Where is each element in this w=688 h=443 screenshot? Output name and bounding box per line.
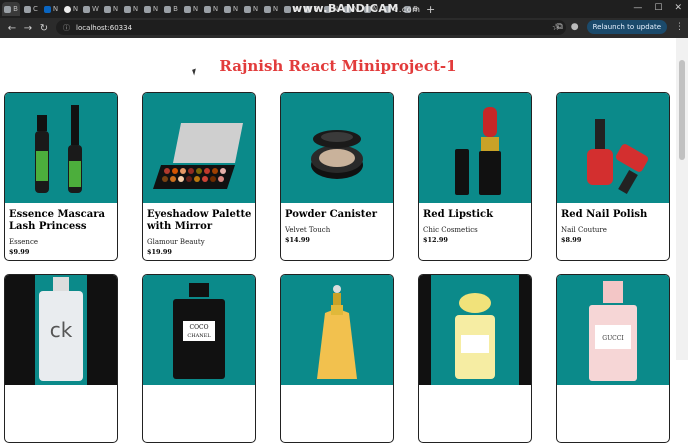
- bandicam-watermark: www.BANDICAM.com: [292, 2, 421, 15]
- product-brand: Essence: [9, 238, 39, 246]
- tab-favicon-icon: [123, 5, 131, 13]
- product-label: ck: [50, 318, 73, 342]
- scrollbar-thumb[interactable]: [679, 60, 685, 160]
- site-info-icon[interactable]: ⓘ: [63, 23, 70, 33]
- browser-tab[interactable]: C: [22, 2, 40, 16]
- lipstick-icon: [419, 93, 531, 203]
- product-name: Essence Mascara Lash Princess: [9, 209, 105, 232]
- url-text: localhost:60334: [76, 23, 133, 32]
- browser-tab[interactable]: N: [62, 2, 80, 16]
- product-card[interactable]: COCO CHANEL: [142, 274, 256, 443]
- ck-perfume-icon: ck: [5, 275, 117, 385]
- product-price: $12.99: [423, 236, 448, 244]
- tab-favicon-icon: [263, 5, 271, 13]
- product-label: CHANEL: [187, 333, 211, 339]
- more-menu-icon[interactable]: ⋮: [675, 22, 684, 32]
- new-tab-plus-icon[interactable]: +: [426, 3, 435, 16]
- product-price: $9.99: [9, 248, 30, 256]
- product-name: Red Lipstick: [423, 209, 494, 220]
- tab-favicon-icon: [243, 5, 251, 13]
- product-name: Red Nail Polish: [561, 209, 648, 220]
- profile-avatar-icon[interactable]: ●: [571, 22, 579, 32]
- tab-favicon-icon: [143, 5, 151, 13]
- product-card[interactable]: Red Nail Polish Nail Couture $8.99: [556, 92, 670, 261]
- page-content: Rajnish React Miniproject-1 Essence Masc…: [0, 38, 676, 443]
- product-price: $19.99: [147, 248, 172, 256]
- browser-tab[interactable]: N: [122, 2, 140, 16]
- product-label: GUCCI: [602, 335, 624, 342]
- page-scrollbar[interactable]: [676, 38, 688, 360]
- nail-polish-icon: [557, 93, 669, 203]
- product-brand: Velvet Touch: [285, 226, 331, 234]
- tab-favicon-icon: [24, 5, 32, 13]
- eyeshadow-palette-icon: [143, 93, 255, 203]
- maximize-icon[interactable]: ☐: [654, 3, 662, 13]
- mascara-icon: [5, 93, 117, 203]
- product-card[interactable]: Red Lipstick Chic Cosmetics $12.99: [418, 92, 532, 261]
- browser-tab[interactable]: N: [102, 2, 120, 16]
- tab-favicon-icon: [103, 5, 111, 13]
- product-price: $14.99: [285, 236, 310, 244]
- browser-tab[interactable]: B: [162, 2, 180, 16]
- browser-tab[interactable]: N: [142, 2, 160, 16]
- product-brand: Nail Couture: [561, 226, 607, 234]
- product-brand: Chic Cosmetics: [423, 226, 478, 234]
- window-controls: — ☐ ✕: [633, 3, 682, 13]
- product-card[interactable]: [280, 274, 394, 443]
- tab-favicon-icon: [4, 5, 12, 13]
- product-label: COCO: [189, 324, 208, 331]
- gucci-perfume-icon: GUCCI: [557, 275, 669, 385]
- product-card[interactable]: GUCCI: [556, 274, 670, 443]
- browser-tab[interactable]: N: [202, 2, 220, 16]
- relaunch-to-update-button[interactable]: Relaunch to update: [586, 20, 667, 34]
- linkedin-icon: [43, 5, 51, 13]
- tab-favicon-icon: [223, 5, 231, 13]
- product-brand: Glamour Beauty: [147, 238, 205, 246]
- toolbar-right: ⧉ ● Relaunch to update ⋮: [556, 20, 684, 34]
- product-name: Eyeshadow Palette with Mirror: [147, 209, 252, 232]
- github-icon: [63, 5, 71, 13]
- tab-favicon-icon: [203, 5, 211, 13]
- tab-favicon-icon: [183, 5, 191, 13]
- product-card[interactable]: Powder Canister Velvet Touch $14.99: [280, 92, 394, 261]
- coco-chanel-perfume-icon: COCO CHANEL: [143, 275, 255, 385]
- browser-tab[interactable]: N: [262, 2, 280, 16]
- browser-toolbar: ← → ↻ ⓘ localhost:60334 ☆ ⧉ ● Relaunch t…: [0, 18, 688, 38]
- address-bar[interactable]: ⓘ localhost:60334 ☆: [56, 20, 566, 35]
- close-icon[interactable]: ✕: [674, 3, 682, 13]
- page-title: Rajnish React Miniproject-1: [219, 57, 457, 75]
- product-card[interactable]: Eyeshadow Palette with Mirror Glamour Be…: [142, 92, 256, 261]
- product-price: $8.99: [561, 236, 582, 244]
- product-card[interactable]: ck: [4, 274, 118, 443]
- forward-arrow-icon[interactable]: →: [20, 23, 36, 34]
- back-arrow-icon[interactable]: ←: [4, 23, 20, 34]
- product-name: Powder Canister: [285, 209, 378, 220]
- browser-tab[interactable]: B: [2, 2, 20, 16]
- extensions-icon[interactable]: ⧉: [556, 22, 562, 32]
- dolce-perfume-icon: [419, 275, 531, 385]
- browser-tab[interactable]: N: [222, 2, 240, 16]
- product-card[interactable]: Essence Mascara Lash Princess Essence $9…: [4, 92, 118, 261]
- browser-tab[interactable]: N: [42, 2, 60, 16]
- dior-perfume-icon: [281, 275, 393, 385]
- browser-tab[interactable]: N: [242, 2, 260, 16]
- browser-tab[interactable]: W: [82, 2, 100, 16]
- minimize-icon[interactable]: —: [633, 3, 642, 13]
- browser-tab[interactable]: N: [182, 2, 200, 16]
- product-card[interactable]: [418, 274, 532, 443]
- tab-favicon-icon: [164, 5, 172, 13]
- tab-favicon-icon: [83, 5, 91, 13]
- tab-favicon-icon: [283, 5, 291, 13]
- browser-tab-strip: B C N N W N N N B N N N N N N P N N N D …: [0, 0, 688, 18]
- reload-icon[interactable]: ↻: [36, 23, 52, 34]
- powder-canister-icon: [281, 93, 393, 203]
